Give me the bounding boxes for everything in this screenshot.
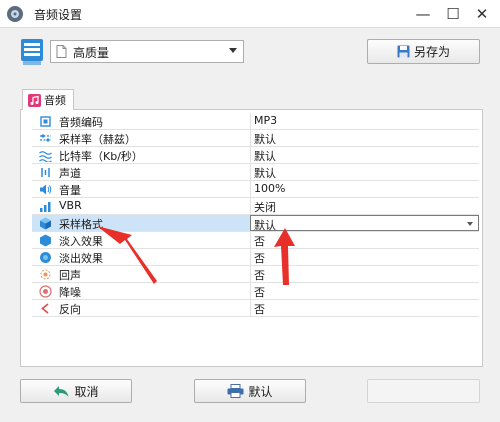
property-value[interactable]: 否 (250, 249, 479, 265)
property-name: 反向 (59, 303, 81, 316)
cancel-button[interactable]: 取消 (20, 379, 132, 403)
chevron-down-icon (229, 48, 237, 53)
property-name: 比特率（Kb/秒） (59, 150, 143, 163)
property-row-fade-out[interactable]: 淡出效果 否 (32, 249, 479, 266)
undo-arrow-icon (54, 385, 69, 397)
cancel-label: 取消 (74, 384, 99, 399)
property-value[interactable]: 默认 (250, 130, 479, 146)
preset-dropdown[interactable]: 高质量 (50, 40, 244, 63)
echo-icon (40, 269, 51, 280)
chevron-down-icon (467, 222, 473, 226)
property-row-sample-format[interactable]: 采样格式 默认 (32, 215, 479, 232)
property-value[interactable]: 关闭 (250, 198, 479, 214)
property-name: VBR (59, 199, 82, 212)
music-note-icon (28, 93, 41, 107)
save-as-button[interactable]: 另存为 (367, 39, 480, 64)
property-value[interactable]: 否 (250, 283, 479, 299)
property-value[interactable]: 否 (250, 266, 479, 282)
preset-value: 高质量 (73, 46, 110, 60)
volume-icon (40, 184, 52, 195)
property-name: 采样率（赫兹） (59, 133, 136, 146)
maximize-icon: ☐ (446, 5, 460, 23)
property-row-vbr[interactable]: VBR 关闭 (32, 198, 479, 215)
property-row-bitrate[interactable]: 比特率（Kb/秒） 默认 (32, 147, 479, 164)
property-row-volume[interactable]: 音量 100% (32, 181, 479, 198)
property-row-reverse[interactable]: 反向 否 (32, 300, 479, 317)
property-name: 采样格式 (59, 218, 103, 231)
vbr-icon (40, 202, 51, 212)
property-value[interactable]: 100% (250, 181, 479, 197)
preset-list-icon (21, 39, 43, 65)
floppy-disk-icon (397, 45, 410, 58)
channel-icon (41, 168, 50, 177)
property-row-sample-rate[interactable]: 采样率（赫兹） 默认 (32, 130, 479, 147)
tab-audio-label: 音频 (44, 94, 66, 107)
close-icon: ✕ (475, 5, 489, 23)
printer-icon (227, 384, 244, 398)
property-row-audio-codec[interactable]: 音频编码 MP3 (32, 113, 479, 130)
window-title: 音频设置 (34, 8, 83, 22)
app-icon (7, 6, 23, 22)
bitrate-icon (39, 151, 52, 162)
property-value: 默认 (254, 219, 276, 232)
fade-in-icon (40, 234, 51, 247)
property-row-denoise[interactable]: 降噪 否 (32, 283, 479, 300)
property-name: 声道 (59, 167, 81, 180)
document-icon (56, 45, 67, 58)
save-as-label: 另存为 (413, 45, 450, 59)
close-button[interactable]: ✕ (467, 2, 497, 26)
property-value[interactable]: MP3 (250, 113, 479, 129)
title-bar: 音频设置 — ☐ ✕ (0, 0, 500, 28)
tab-audio[interactable]: 音频 (22, 89, 74, 110)
disabled-button[interactable] (367, 379, 480, 403)
property-row-echo[interactable]: 回声 否 (32, 266, 479, 283)
property-row-channel[interactable]: 声道 默认 (32, 164, 479, 181)
property-value[interactable]: 默认 (250, 147, 479, 163)
sample-rate-icon (40, 134, 51, 142)
minimize-icon: — (415, 5, 431, 23)
property-value[interactable]: 默认 (250, 164, 479, 180)
default-button[interactable]: 默认 (194, 379, 306, 403)
maximize-button[interactable]: ☐ (438, 2, 468, 26)
minimize-button[interactable]: — (408, 2, 438, 26)
property-value[interactable]: 否 (250, 232, 479, 248)
default-label: 默认 (248, 384, 273, 399)
property-row-fade-in[interactable]: 淡入效果 否 (32, 232, 479, 249)
property-name: 回声 (59, 269, 81, 282)
property-name: 音量 (59, 184, 81, 197)
property-name: 音频编码 (59, 116, 103, 129)
reverse-icon (41, 303, 49, 314)
fade-out-icon (40, 252, 51, 263)
sample-format-dropdown[interactable]: 默认 (250, 215, 479, 232)
cube-icon (40, 217, 51, 230)
property-grid: 音频编码 MP3 采样率（赫兹） 默认 比特率（Kb/秒） 默认 声道 默认 音… (32, 113, 479, 317)
property-name: 淡出效果 (59, 252, 103, 265)
property-value[interactable]: 否 (250, 300, 479, 316)
property-name: 降噪 (59, 286, 81, 299)
denoise-icon (39, 285, 52, 298)
chip-icon (40, 116, 51, 127)
property-name: 淡入效果 (59, 235, 103, 248)
